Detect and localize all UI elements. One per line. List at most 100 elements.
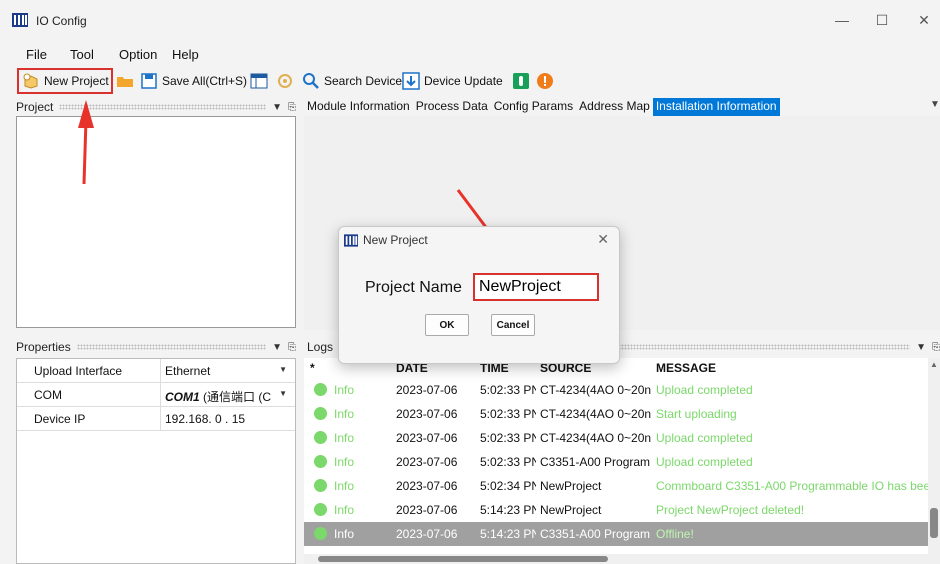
property-value: Ethernet: [165, 364, 211, 378]
logs-table: * DATE TIME SOURCE MESSAGE Info 2023-07-0…: [304, 358, 928, 564]
log-time: 5:02:33 PN: [480, 455, 536, 469]
logs-vertical-scrollbar[interactable]: ▲: [928, 358, 940, 564]
log-message: Upload completed: [656, 383, 753, 397]
scrollbar-thumb[interactable]: [318, 556, 608, 562]
tab-module-information[interactable]: Module Information: [304, 98, 413, 116]
pin-icon[interactable]: ⎘: [288, 102, 296, 113]
device-update-button[interactable]: Device Update: [402, 70, 503, 92]
com-select[interactable]: COM1 (通信端口 (C ▼: [161, 383, 295, 406]
log-row[interactable]: Info 2023-07-06 5:02:33 PN CT-4234(4AO 0~20…: [304, 426, 928, 450]
close-window-button[interactable]: ✕: [914, 12, 934, 28]
tab-address-map[interactable]: Address Map: [576, 98, 653, 116]
log-date: 2023-07-06: [396, 479, 458, 493]
log-time: 5:02:33 PN: [480, 407, 536, 421]
log-row[interactable]: Info 2023-07-06 5:02:33 PN C3351-A00 Progra…: [304, 450, 928, 474]
app-logo-icon: [344, 234, 358, 247]
menu-help[interactable]: Help: [172, 47, 199, 62]
log-time: 5:14:23 PN: [480, 503, 536, 517]
status-dot-icon: [314, 479, 327, 492]
property-row-com: COM COM1 (通信端口 (C ▼: [17, 383, 295, 407]
column-header-level[interactable]: *: [310, 361, 315, 375]
config-table-icon[interactable]: [250, 72, 268, 90]
log-message: Offline!: [656, 527, 694, 541]
save-all-button[interactable]: Save All(Ctrl+S): [140, 70, 247, 92]
chevron-down-icon: ▼: [279, 365, 287, 374]
device-update-label: Device Update: [424, 74, 503, 88]
log-level: Info: [334, 479, 355, 493]
window-title: IO Config: [36, 14, 87, 28]
minimize-button[interactable]: —: [832, 12, 852, 28]
dialog-close-button[interactable]: ✕: [597, 231, 609, 248]
properties-grid: Upload Interface Ethernet ▼ COM COM1 (通信…: [16, 358, 296, 564]
pin-icon[interactable]: ⎘: [932, 342, 940, 353]
log-date: 2023-07-06: [396, 383, 458, 397]
dialog-title: New Project: [363, 233, 428, 247]
log-level: Info: [334, 527, 355, 541]
title-bar: [0, 0, 940, 40]
scroll-up-icon[interactable]: ▲: [930, 360, 938, 369]
search-icon: [303, 73, 319, 89]
column-header-message[interactable]: MESSAGE: [656, 361, 716, 375]
log-row[interactable]: Info 2023-07-06 5:02:34 PN NewProject Commbo…: [304, 474, 928, 498]
status-dot-icon: [314, 455, 327, 468]
log-message: Upload completed: [656, 455, 753, 469]
log-source: NewProject: [540, 503, 602, 517]
log-message: Upload completed: [656, 431, 753, 445]
menu-file[interactable]: File: [26, 47, 47, 62]
log-time: 5:02:34 PN: [480, 479, 536, 493]
tab-config-params[interactable]: Config Params: [491, 98, 576, 116]
save-icon: [141, 73, 157, 89]
search-device-button[interactable]: Search Device: [302, 70, 402, 92]
tab-process-data[interactable]: Process Data: [413, 98, 491, 116]
upload-interface-select[interactable]: Ethernet ▼: [161, 359, 295, 382]
property-name: Device IP: [17, 407, 161, 430]
log-level: Info: [334, 503, 355, 517]
properties-panel-title: Properties: [16, 340, 71, 354]
log-source: CT-4234(4AO 0~20n: [540, 431, 652, 445]
dropdown-icon[interactable]: ▼: [916, 342, 926, 353]
search-device-label: Search Device: [324, 74, 403, 88]
project-tree[interactable]: [16, 116, 296, 328]
log-time: 5:14:23 PN: [480, 527, 536, 541]
properties-panel-header: Properties ▼ ⎘: [16, 338, 296, 356]
ok-button[interactable]: OK: [425, 314, 469, 336]
log-message: Commboard C3351-A00 Programmable IO has …: [656, 479, 928, 493]
logs-horizontal-scrollbar[interactable]: [304, 554, 928, 564]
app-logo-icon: [12, 13, 28, 27]
device-ip-field[interactable]: 192.168. 0 . 15: [161, 407, 295, 430]
pin-icon[interactable]: ⎘: [288, 342, 296, 353]
log-source: C3351-A00 Program: [540, 455, 651, 469]
project-panel-title: Project: [16, 100, 54, 114]
tab-installation-information[interactable]: Installation Information: [652, 98, 780, 116]
panel-grip: [76, 344, 267, 350]
dropdown-icon[interactable]: ▼: [272, 102, 282, 113]
project-name-input[interactable]: [473, 273, 599, 301]
log-level: Info: [334, 455, 355, 469]
log-row[interactable]: Info 2023-07-06 5:14:23 PN NewProject Projec…: [304, 498, 928, 522]
open-folder-icon[interactable]: [116, 72, 134, 90]
log-message: Start uploading: [656, 407, 737, 421]
menu-option[interactable]: Option: [119, 47, 157, 62]
log-row[interactable]: Info 2023-07-06 5:02:33 PN CT-4234(4AO 0~20…: [304, 402, 928, 426]
download-icon: [402, 72, 420, 90]
warning-icon[interactable]: [536, 72, 554, 90]
settings-icon[interactable]: [276, 72, 294, 90]
property-row-device-ip: Device IP 192.168. 0 . 15: [17, 407, 295, 431]
maximize-button[interactable]: ☐: [872, 12, 892, 28]
log-level: Info: [334, 383, 355, 397]
scrollbar-thumb[interactable]: [930, 508, 938, 538]
dropdown-icon[interactable]: ▼: [272, 342, 282, 353]
log-row[interactable]: Info 2023-07-06 5:02:33 PN CT-4234(4AO 0~20…: [304, 378, 928, 402]
log-date: 2023-07-06: [396, 503, 458, 517]
tabs-overflow-icon[interactable]: ▼: [930, 99, 940, 110]
log-row[interactable]: Info 2023-07-06 5:14:23 PN C3351-A00 Progra…: [304, 522, 928, 546]
menu-tool[interactable]: Tool: [70, 47, 94, 62]
status-dot-icon: [314, 383, 327, 396]
log-date: 2023-07-06: [396, 407, 458, 421]
cancel-button[interactable]: Cancel: [491, 314, 535, 336]
log-message: Project NewProject deleted!: [656, 503, 805, 517]
info-icon[interactable]: [512, 72, 530, 90]
log-level: Info: [334, 407, 355, 421]
project-name-label: Project Name: [365, 279, 462, 296]
property-name: Upload Interface: [17, 359, 161, 382]
